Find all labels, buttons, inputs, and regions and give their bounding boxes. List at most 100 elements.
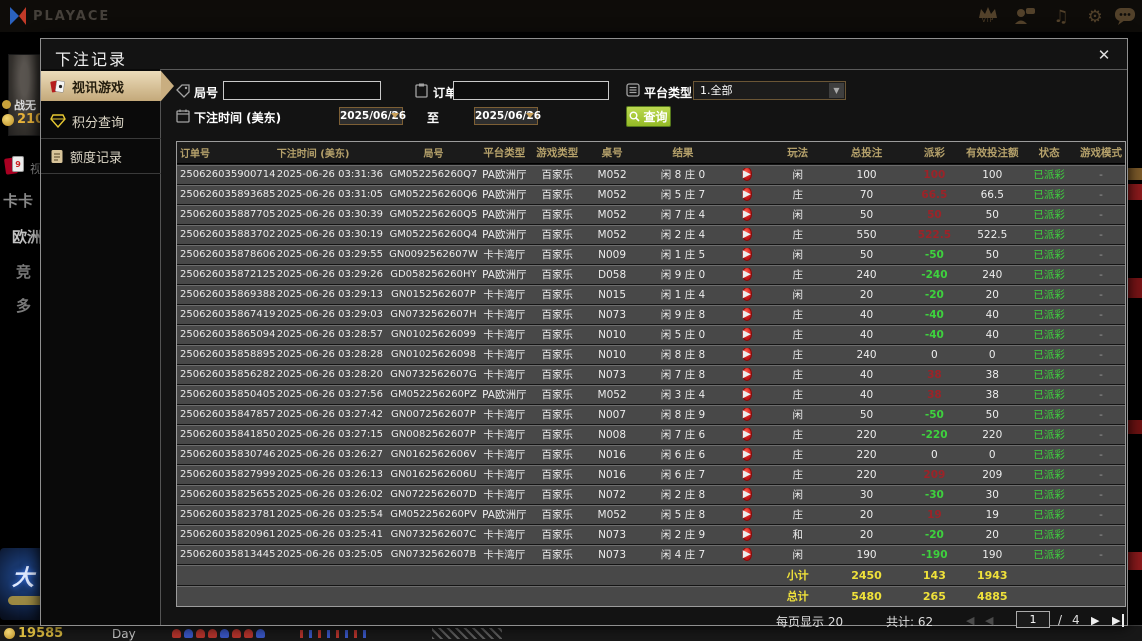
replay-play-button[interactable]: ▶: [741, 248, 752, 261]
cell-table-number: N010: [598, 348, 627, 361]
lobby-item-kaka[interactable]: 卡卡: [3, 190, 33, 211]
cell-game-mode: -: [1099, 388, 1103, 401]
table-row: 250626035820961 2025-06-26 03:25:41 GN07…: [177, 525, 1125, 544]
total-count-label: 共计: 62: [886, 615, 934, 629]
tab-points-query[interactable]: 积分查询: [41, 106, 161, 136]
roadmap-tick: [300, 630, 303, 638]
replay-play-button[interactable]: ▶: [741, 548, 752, 561]
cell-game-mode: -: [1099, 428, 1103, 441]
cell-total-bet: 550: [856, 228, 877, 241]
search-button[interactable]: 查询: [626, 106, 671, 127]
music-icon[interactable]: ♫: [1048, 6, 1074, 28]
cell-status: 已派彩: [1033, 509, 1065, 521]
per-page-label: 每页显示 20: [776, 615, 844, 629]
cell-bet-time: 2025-06-26 03:25:54: [276, 509, 384, 520]
roadmap-tick: [363, 630, 366, 638]
close-icon[interactable]: ✕: [1095, 46, 1113, 64]
coins-amount: 19585: [18, 626, 64, 641]
replay-play-button[interactable]: ▶: [741, 528, 752, 541]
prev-page-button[interactable]: ◀: [985, 614, 993, 627]
player-name: 战无: [14, 99, 36, 112]
cell-game-mode: -: [1099, 328, 1103, 341]
replay-play-button[interactable]: ▶: [741, 308, 752, 321]
replay-play-button[interactable]: ▶: [741, 328, 752, 341]
grand-total-payout: 265: [922, 589, 946, 603]
vip-icon[interactable]: VIP: [975, 6, 1001, 28]
clipboard-icon: [415, 83, 428, 98]
lobby-item-duo[interactable]: 多: [16, 295, 31, 316]
cell-order-number: 250626035825655: [180, 489, 276, 500]
date-to-picker[interactable]: 2025/06/26: [474, 107, 541, 125]
replay-play-button[interactable]: ▶: [741, 348, 752, 361]
roadmap-dot: [184, 629, 193, 638]
cell-valid-bet: 20: [985, 528, 999, 541]
replay-play-button[interactable]: ▶: [741, 468, 752, 481]
replay-play-button[interactable]: ▶: [741, 408, 752, 421]
cell-valid-bet: 50: [985, 248, 999, 261]
cell-payout: 209: [923, 468, 946, 481]
replay-play-button[interactable]: ▶: [741, 268, 752, 281]
platform-type-select[interactable]: 1.全部 ▼: [693, 81, 846, 100]
platform-list-icon: [626, 83, 640, 97]
cell-game-mode: -: [1099, 408, 1103, 421]
cell-replay: ▶: [726, 288, 768, 301]
page-input[interactable]: [1016, 611, 1050, 628]
next-page-button[interactable]: ▶: [1091, 614, 1099, 627]
table-row: 250626035825655 2025-06-26 03:26:02 GN07…: [177, 485, 1125, 504]
tab-video-games[interactable]: 视讯游戏: [41, 71, 174, 101]
replay-play-button[interactable]: ▶: [741, 208, 752, 221]
replay-play-button[interactable]: ▶: [741, 228, 752, 241]
settings-gear-icon[interactable]: ⚙: [1082, 6, 1108, 28]
cell-result: 闲 9 庄 0: [660, 269, 706, 281]
cell-valid-bet: 0: [988, 448, 996, 461]
replay-play-button[interactable]: ▶: [741, 368, 752, 381]
cell-replay: ▶: [726, 408, 768, 421]
roadmap-dot: [172, 629, 181, 638]
round-number-input[interactable]: [223, 81, 381, 100]
replay-play-button[interactable]: ▶: [741, 188, 752, 201]
cell-payout: 0: [931, 448, 938, 461]
cell-order-number: 250626035887705: [180, 209, 276, 220]
cell-payout: -240: [921, 268, 948, 281]
replay-play-button[interactable]: ▶: [741, 448, 752, 461]
cell-game-type: 百家乐: [541, 549, 573, 561]
replay-play-button[interactable]: ▶: [741, 288, 752, 301]
lobby-item-jing[interactable]: 竞: [16, 261, 31, 282]
tab-quota-records[interactable]: 额度记录: [41, 141, 161, 171]
background-fragment: [1128, 552, 1142, 570]
replay-play-button[interactable]: ▶: [741, 488, 752, 501]
cell-total-bet: 70: [859, 188, 874, 201]
subtotal-total-bet: 2450: [851, 568, 882, 582]
cell-payout: -20: [924, 288, 944, 301]
replay-play-button[interactable]: ▶: [741, 428, 752, 441]
lobby-item-europe[interactable]: 欧洲: [12, 226, 42, 247]
replay-play-button[interactable]: ▶: [741, 388, 752, 401]
cell-total-bet: 20: [859, 508, 874, 521]
cell-order-number: 250626035893685: [180, 189, 276, 200]
cell-table-number: M052: [597, 208, 627, 221]
cell-bet-time: 2025-06-26 03:31:36: [276, 169, 384, 180]
cell-table-number: N073: [598, 308, 627, 321]
replay-play-button[interactable]: ▶: [741, 508, 752, 521]
cell-platform-type: 卡卡湾厅: [483, 489, 526, 501]
cell-order-number: 250626035856282: [180, 369, 276, 380]
cell-valid-bet: 190: [982, 548, 1003, 561]
customer-service-icon[interactable]: [1012, 6, 1038, 28]
cell-round-number: GN0072562607P: [391, 409, 476, 420]
replay-play-button[interactable]: ▶: [741, 168, 752, 181]
chat-icon[interactable]: [1112, 6, 1138, 28]
coin-icon: [4, 628, 15, 639]
grand-total-total-bet: 5480: [851, 589, 882, 603]
last-page-button[interactable]: ▶: [1112, 614, 1125, 627]
order-number-input[interactable]: [453, 81, 609, 100]
first-page-button[interactable]: ◀: [966, 614, 974, 627]
cell-game-type: 百家乐: [541, 369, 573, 381]
cell-table-number: M052: [597, 188, 627, 201]
coin-icon: [2, 114, 14, 126]
player-icon: [2, 100, 11, 109]
date-from-picker[interactable]: 2025/06/26: [339, 107, 406, 125]
cell-bet-type: 庄: [792, 389, 803, 401]
roadmap-hatch: [432, 628, 502, 639]
cell-status: 已派彩: [1033, 429, 1065, 441]
background-fragment: [1128, 168, 1142, 180]
